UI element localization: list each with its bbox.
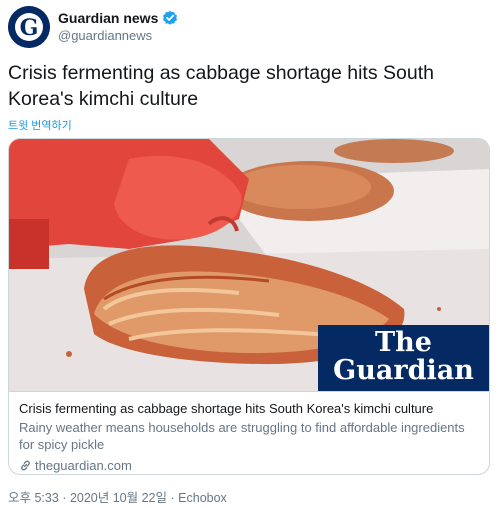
brand-line2: Guardian bbox=[333, 355, 474, 386]
svg-text:G: G bbox=[20, 15, 39, 41]
card-description: Rainy weather means households are strug… bbox=[19, 420, 465, 452]
meta-separator: · bbox=[170, 491, 175, 505]
user-handle[interactable]: @guardiannews bbox=[58, 28, 152, 43]
card-body[interactable]: Crisis fermenting as cabbage shortage hi… bbox=[9, 391, 489, 474]
display-name[interactable]: Guardian news bbox=[58, 10, 158, 26]
verified-badge-icon bbox=[163, 10, 178, 25]
card-domain-text: theguardian.com bbox=[35, 458, 132, 473]
tweet-text: Crisis fermenting as cabbage shortage hi… bbox=[8, 62, 434, 110]
link-card[interactable]: The Guardian Crisis fermenting as cabbag… bbox=[8, 138, 490, 475]
card-domain[interactable]: theguardian.com bbox=[19, 457, 479, 474]
guardian-logo-icon: G bbox=[8, 6, 50, 48]
tweet-date[interactable]: 2020년 10월 22일 bbox=[70, 487, 167, 506]
name-row: Guardian news bbox=[58, 10, 178, 26]
card-image: The Guardian bbox=[9, 139, 489, 391]
tweet-source[interactable]: Echobox bbox=[178, 491, 227, 505]
meta-separator: · bbox=[62, 491, 67, 505]
avatar[interactable]: G bbox=[8, 6, 50, 48]
brand-line1: The bbox=[375, 327, 432, 358]
card-title: Crisis fermenting as cabbage shortage hi… bbox=[19, 401, 434, 416]
guardian-logo: The Guardian bbox=[318, 325, 489, 391]
link-icon bbox=[21, 460, 30, 471]
tweet-header: G Guardian news @guardiannews bbox=[8, 4, 492, 52]
translate-tweet-link[interactable]: 트윗 번역하기 bbox=[8, 117, 72, 133]
tweet-meta: 오후 5:33 · 2020년 10월 22일 · Echobox bbox=[8, 487, 227, 506]
tweet-time[interactable]: 오후 5:33 bbox=[8, 487, 59, 506]
